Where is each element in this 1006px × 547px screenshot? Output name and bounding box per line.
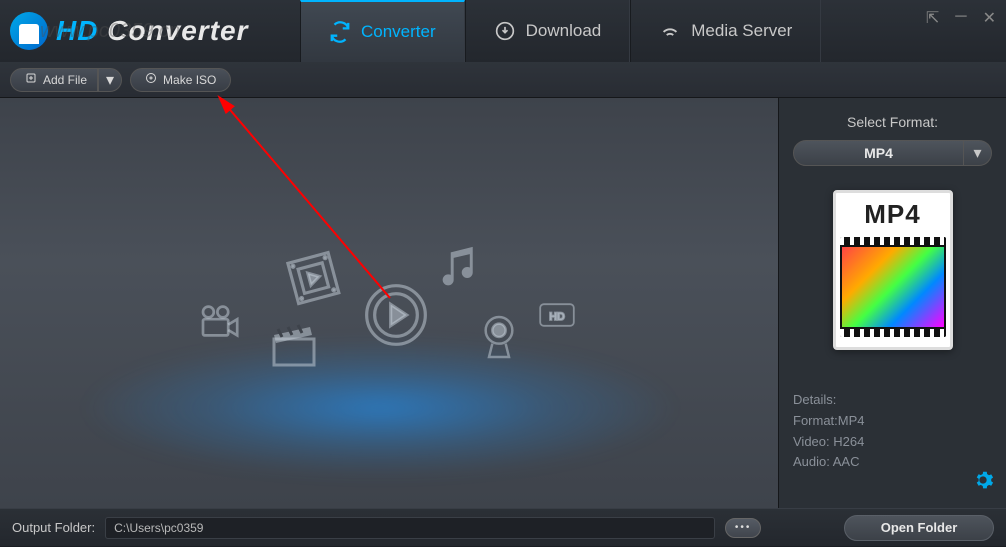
- details-video: Video: H264: [793, 432, 992, 453]
- add-file-button[interactable]: Add File: [10, 68, 98, 92]
- browse-button[interactable]: •••: [725, 518, 761, 538]
- preview-format-label: MP4: [836, 199, 950, 230]
- minimize-icon[interactable]: ─: [955, 8, 966, 28]
- window-controls: ⇱ ─ ✕: [926, 8, 996, 28]
- expand-icon[interactable]: ⇱: [926, 8, 939, 28]
- add-file-label: Add File: [43, 73, 87, 87]
- chevron-down-icon: ▾: [106, 70, 114, 90]
- format-details: Details: Format:MP4 Video: H264 Audio: A…: [793, 390, 992, 473]
- toolbar: Add File ▾ Make ISO: [0, 62, 1006, 98]
- clapperboard-icon: [269, 323, 319, 372]
- output-folder-input[interactable]: [105, 517, 715, 539]
- select-format-label: Select Format:: [793, 114, 992, 130]
- video-camera-icon: [199, 303, 243, 344]
- format-selector: MP4 ▾: [793, 140, 992, 166]
- open-folder-button[interactable]: Open Folder: [844, 515, 994, 541]
- tab-media-server[interactable]: Media Server: [630, 0, 821, 62]
- tab-download-label: Download: [526, 21, 602, 41]
- tab-converter-label: Converter: [361, 22, 436, 42]
- output-folder-label: Output Folder:: [12, 520, 95, 535]
- music-note-icon: [439, 243, 483, 296]
- download-icon: [494, 20, 516, 42]
- header-bar: HD Converter Converter Download Media Se…: [0, 0, 1006, 62]
- media-icons-group: HD: [139, 203, 639, 403]
- wifi-icon: [659, 20, 681, 42]
- format-preview: MP4: [833, 190, 953, 350]
- film-strip-icon: [840, 237, 946, 337]
- refresh-icon: [329, 21, 351, 43]
- settings-button[interactable]: [972, 469, 994, 496]
- svg-text:HD: HD: [549, 311, 565, 323]
- details-audio: Audio: AAC: [793, 452, 992, 473]
- plus-icon: [25, 72, 37, 87]
- make-iso-label: Make ISO: [163, 73, 216, 87]
- webcam-icon: [479, 313, 519, 366]
- logo-area: HD Converter: [0, 12, 300, 50]
- close-icon[interactable]: ✕: [983, 8, 996, 28]
- format-value[interactable]: MP4: [793, 140, 964, 166]
- app-logo-icon: [10, 12, 48, 50]
- tab-media-server-label: Media Server: [691, 21, 792, 41]
- tab-download[interactable]: Download: [465, 0, 631, 62]
- app-title: HD Converter: [56, 15, 249, 47]
- main-tabs: Converter Download Media Server: [300, 0, 821, 62]
- format-dropdown[interactable]: ▾: [964, 140, 992, 166]
- format-sidebar: Select Format: MP4 ▾ MP4 Details: Format…: [778, 98, 1006, 508]
- drop-zone[interactable]: HD: [0, 98, 778, 508]
- add-file-dropdown[interactable]: ▾: [98, 68, 122, 92]
- hd-badge-icon: HD: [539, 303, 575, 332]
- details-format: Format:MP4: [793, 411, 992, 432]
- chevron-down-icon: ▾: [973, 143, 981, 163]
- make-iso-button[interactable]: Make ISO: [130, 68, 231, 92]
- tab-converter[interactable]: Converter: [300, 0, 465, 62]
- disc-icon: [145, 72, 157, 87]
- footer-bar: Output Folder: ••• Open Folder: [0, 508, 1006, 546]
- film-frame-icon: [283, 247, 346, 313]
- content-area: HD Select Format: MP4 ▾ MP4 Details: For…: [0, 98, 1006, 508]
- play-circle-icon: [364, 283, 428, 352]
- details-heading: Details:: [793, 390, 992, 411]
